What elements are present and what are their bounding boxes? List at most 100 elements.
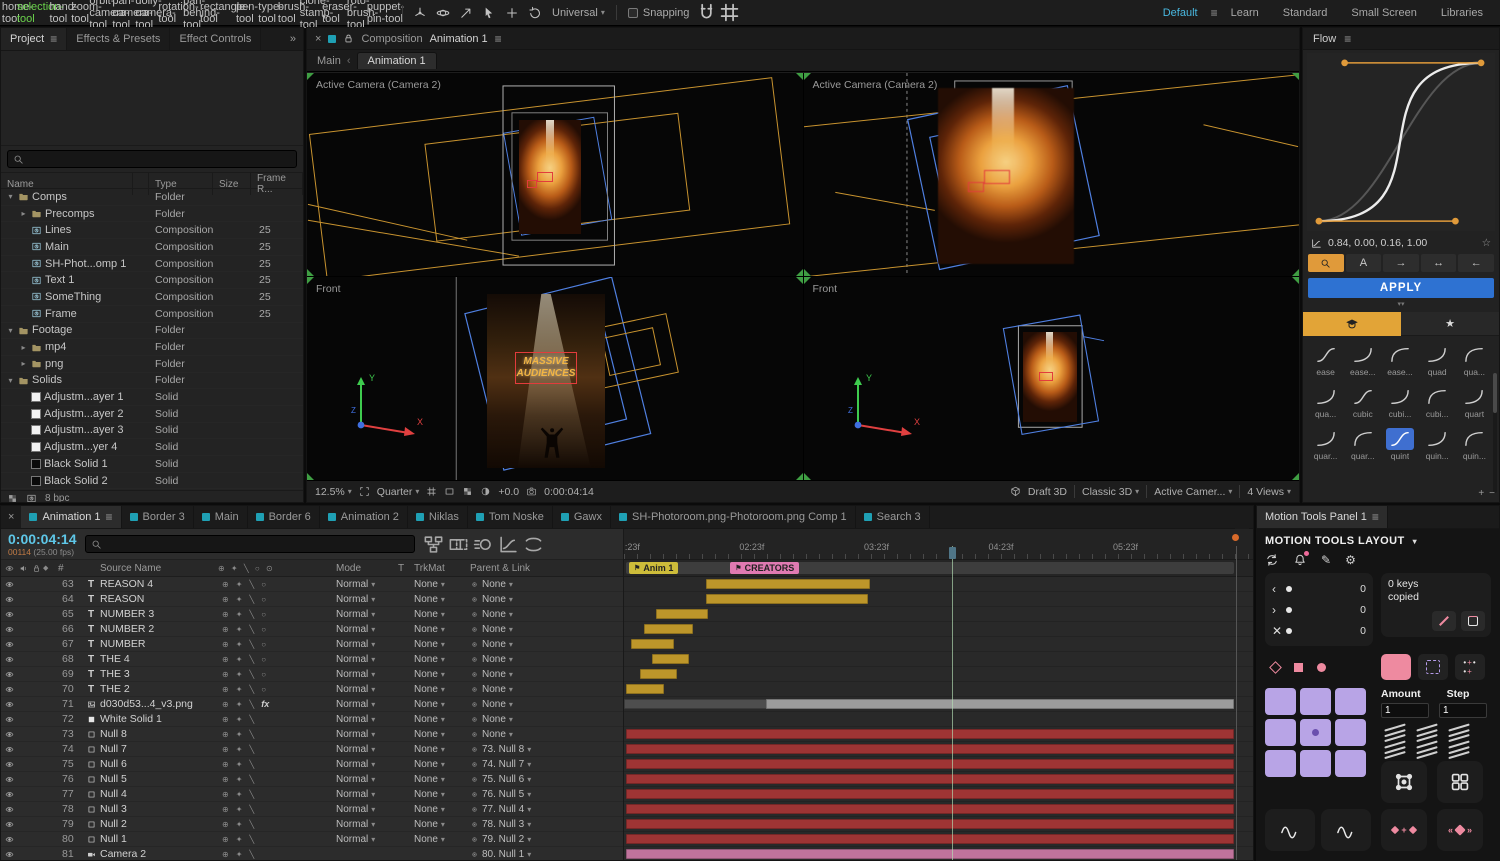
layer-row[interactable]: 74Null 7⊕✦╲Normal▾None▾73. Null 8▾	[1, 742, 623, 757]
blend-mode-select[interactable]: Normal▾	[336, 699, 398, 710]
project-item[interactable]: Black Solid 2Solid	[1, 473, 303, 490]
nav-comp-main[interactable]: Main	[317, 55, 341, 67]
interpret-footage-icon[interactable]	[26, 493, 37, 504]
layer-switches[interactable]: ⊕✦╲○	[218, 610, 336, 619]
project-item[interactable]: Text 1Composition25	[1, 272, 303, 289]
camera-select[interactable]: Active Camer...▾	[1154, 486, 1232, 498]
comp-marker[interactable]: ⚑CREATORS	[730, 562, 799, 574]
video-visibility-icon[interactable]	[1, 820, 17, 829]
preview-timecode[interactable]: 0:00:04:14	[544, 486, 594, 498]
twirl-icon[interactable]: ▾	[6, 326, 15, 335]
workspace-learn[interactable]: Learn	[1220, 7, 1270, 19]
layer-row[interactable]: 78Null 3⊕✦╲Normal▾None▾77. Null 4▾	[1, 802, 623, 817]
video-visibility-icon[interactable]	[1, 700, 17, 709]
parent-link-select[interactable]: 79. Null 2▾	[470, 834, 623, 845]
workspace-libraries[interactable]: Libraries	[1430, 7, 1494, 19]
layer-track[interactable]	[624, 577, 1253, 592]
bezier-endpoint[interactable]	[1478, 60, 1485, 67]
project-item[interactable]: ▸mp4Folder	[1, 339, 303, 356]
flow-zoom-button[interactable]	[1308, 254, 1344, 272]
trkmat-select[interactable]: None▾	[414, 789, 470, 800]
layer-row[interactable]: 80Null 1⊕✦╲Normal▾None▾79. Null 2▾	[1, 832, 623, 847]
layer-duration-bar[interactable]	[640, 669, 677, 679]
transparency-grid-icon[interactable]	[462, 486, 473, 497]
easing-preset-quin[interactable]: quin...	[1456, 428, 1493, 461]
project-item[interactable]: Adjustm...ayer 2Solid	[1, 406, 303, 423]
label-chip[interactable]	[133, 391, 149, 403]
label-chip[interactable]	[133, 424, 149, 436]
layer-switches[interactable]: ⊕✦╲○	[218, 580, 336, 589]
blend-mode-select[interactable]: Normal▾	[336, 834, 398, 845]
column-framerate[interactable]: Frame R...	[251, 173, 303, 195]
anchor-grid-cell[interactable]	[1300, 750, 1331, 777]
pick-whip-icon[interactable]	[470, 730, 479, 739]
pick-whip-icon[interactable]	[470, 745, 479, 754]
timeline-tab-search-3[interactable]: Search 3	[856, 506, 930, 528]
layer-switches[interactable]: ⊕✦╲○	[218, 625, 336, 634]
layer-track[interactable]	[624, 817, 1253, 832]
parent-link-select[interactable]: 73. Null 8▾	[470, 744, 623, 755]
draft-3d-icon[interactable]	[1010, 486, 1021, 497]
twirl-icon[interactable]: ▾	[6, 376, 15, 385]
layer-duration-bar[interactable]	[626, 729, 1234, 739]
label-chip[interactable]	[133, 458, 149, 470]
layer-row[interactable]: 81Camera 2⊕✦╲80. Null 1▾	[1, 847, 623, 861]
layer-track[interactable]	[624, 667, 1253, 682]
ease-both-button[interactable]: ↔	[1421, 254, 1457, 272]
parent-link-select[interactable]: None▾	[470, 579, 623, 590]
timeline-marker-strip[interactable]: ⚑Anim 1⚑CREATORS	[624, 560, 1253, 577]
layer-track[interactable]	[624, 832, 1253, 847]
label-chip[interactable]	[43, 803, 58, 815]
lock-icon[interactable]	[30, 564, 43, 573]
workspace-small-screen[interactable]: Small Screen	[1340, 7, 1427, 19]
layer-track[interactable]	[624, 772, 1253, 787]
video-visibility-icon[interactable]	[1, 564, 17, 573]
dashed-square-button[interactable]	[1418, 654, 1448, 680]
notifications-bell-icon[interactable]	[1293, 553, 1307, 567]
video-visibility-icon[interactable]	[1, 835, 17, 844]
project-item[interactable]: ▾SolidsFolder	[1, 373, 303, 390]
blend-mode-select[interactable]: Normal▾	[336, 729, 398, 740]
magnification-select[interactable]: 12.5%▾	[315, 486, 352, 498]
layer-row[interactable]: 66TNUMBER 2⊕✦╲○Normal▾None▾None▾	[1, 622, 623, 637]
add-mode[interactable]	[500, 2, 523, 24]
layer-duration-bar[interactable]	[626, 789, 1234, 799]
draft-3d-toggle[interactable]: Draft 3D	[1028, 486, 1067, 498]
label-chip[interactable]	[133, 408, 149, 420]
layer-row[interactable]: 75Null 6⊕✦╲Normal▾None▾74. Null 7▾	[1, 757, 623, 772]
pick-whip-icon[interactable]	[470, 595, 479, 604]
blend-mode-select[interactable]: Normal▾	[336, 594, 398, 605]
easing-preset-qua[interactable]: qua...	[1307, 386, 1344, 419]
close-icon[interactable]: ×	[315, 33, 321, 45]
panel-menu-icon[interactable]: ≡	[1372, 510, 1379, 524]
rotate-mode[interactable]	[523, 2, 546, 24]
pick-whip-icon[interactable]	[470, 775, 479, 784]
label-chip[interactable]	[43, 593, 58, 605]
video-visibility-icon[interactable]	[1, 625, 17, 634]
timeline-tab-tom-noske[interactable]: Tom Noske	[468, 506, 553, 528]
apply-button[interactable]: APPLY	[1308, 278, 1494, 298]
layer-switches[interactable]: ⊕✦╲○	[218, 595, 336, 604]
project-item[interactable]: SomeThingComposition25	[1, 289, 303, 306]
layer-row[interactable]: 79Null 2⊕✦╲Normal▾None▾78. Null 3▾	[1, 817, 623, 832]
label-chip[interactable]	[43, 713, 58, 725]
pick-whip-icon[interactable]	[470, 640, 479, 649]
workspace-menu-icon[interactable]: ≡	[1211, 6, 1218, 20]
flow-scrollbar[interactable]	[1493, 373, 1497, 493]
label-chip[interactable]	[43, 623, 58, 635]
layer-duration-bar[interactable]	[626, 804, 1234, 814]
layer-switches[interactable]: ⊕✦╲	[218, 835, 336, 844]
tab-presets-learn[interactable]	[1303, 312, 1401, 336]
trkmat-select[interactable]: None▾	[414, 594, 470, 605]
label-chip[interactable]	[43, 743, 58, 755]
label-chip[interactable]	[133, 475, 149, 487]
project-column-headers[interactable]: Name Type Size Frame R...	[1, 172, 303, 189]
add-keyframes-button[interactable]: +	[1381, 809, 1427, 851]
trkmat-select[interactable]: None▾	[414, 759, 470, 770]
parent-link-select[interactable]: None▾	[470, 669, 623, 680]
layer-track[interactable]	[624, 592, 1253, 607]
project-item[interactable]: Adjustm...ayer 1Solid	[1, 389, 303, 406]
flow-zoom-controls[interactable]: +−	[1478, 488, 1495, 499]
spread-keyframes-button[interactable]: «»	[1437, 809, 1483, 851]
project-item[interactable]: LinesComposition25	[1, 222, 303, 239]
